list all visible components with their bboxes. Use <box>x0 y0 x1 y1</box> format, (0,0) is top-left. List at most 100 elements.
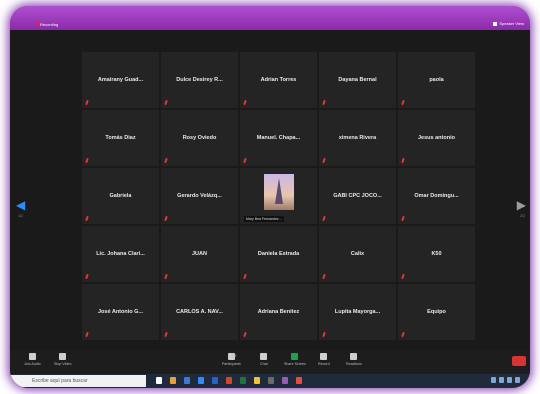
participant-name: Lic. Johana Clari... <box>96 251 145 257</box>
muted-mic-icon <box>401 215 405 222</box>
clock-icon[interactable] <box>515 377 520 383</box>
zoom-icon[interactable] <box>198 377 204 384</box>
edge-icon[interactable] <box>184 377 190 384</box>
muted-mic-icon <box>322 273 326 280</box>
file-explorer-icon[interactable] <box>170 377 176 384</box>
participant-tile[interactable]: Rosy Oviedo <box>161 110 238 166</box>
participant-tile[interactable]: Equipo <box>398 284 475 340</box>
participant-name: Gerardo Velázq... <box>177 193 222 199</box>
participant-grid: Amairany Guad... Dulce Desirey R... Adrian… <box>82 52 475 340</box>
participant-name: Equipo <box>427 309 446 315</box>
powerpoint-icon[interactable] <box>226 377 232 384</box>
participant-name: José Antonio G... <box>97 309 144 315</box>
participant-tile[interactable]: Adrian Torres <box>240 52 317 108</box>
video-camera-icon <box>59 353 67 360</box>
speaker-view-label: Speaker View <box>499 21 524 26</box>
chrome-icon[interactable] <box>254 377 260 384</box>
participant-tile[interactable]: José Antonio G... <box>82 284 159 340</box>
participant-name: Daniela Estrada <box>257 251 300 257</box>
stop-video-button[interactable]: Stop Video <box>54 353 72 366</box>
media-icon[interactable] <box>296 377 302 384</box>
system-tray <box>491 377 520 383</box>
gallery-stage: ◀ 1/2 ▶ 2/2 Amairany Guad... Dulce Desire… <box>10 30 530 350</box>
reactions-button[interactable]: Reactions <box>346 353 362 366</box>
participant-name: Omar Domingu... <box>414 193 459 199</box>
prev-page-arrow-icon[interactable]: ◀ <box>16 198 25 212</box>
eiffel-tower-photo <box>263 174 294 210</box>
battery-icon[interactable] <box>507 377 512 383</box>
zoom-window: Recording Speaker View ◀ 1/2 ▶ 2/2 Amair… <box>10 6 530 388</box>
participant-tile[interactable]: Daniela Estrada <box>240 226 317 282</box>
participant-tile[interactable]: paola <box>398 52 475 108</box>
end-meeting-button[interactable] <box>512 356 526 366</box>
task-view-icon[interactable] <box>156 377 162 384</box>
participant-name: CARLOS A. NAV... <box>176 309 223 315</box>
participant-tile[interactable]: Adriana Benitez <box>240 284 317 340</box>
join-audio-label: Join Audio <box>24 362 41 366</box>
muted-mic-icon <box>85 99 89 106</box>
participant-tile[interactable]: ximena Rivera <box>319 110 396 166</box>
participant-tile[interactable]: Gabriela <box>82 168 159 224</box>
participant-tile[interactable]: Mary Bea Fernandez... <box>240 168 317 224</box>
participant-tile[interactable]: Jesus antonio <box>398 110 475 166</box>
chat-button[interactable]: Chat <box>260 353 268 366</box>
participant-tile[interactable]: Gerardo Velázq... <box>161 168 238 224</box>
participant-name: Amairany Guad... <box>97 77 144 83</box>
word-icon[interactable] <box>212 377 218 384</box>
reactions-label: Reactions <box>346 362 362 366</box>
participant-name: Gabriela <box>109 193 132 199</box>
participant-name: Rosy Oviedo <box>182 135 217 141</box>
excel-icon[interactable] <box>240 377 246 384</box>
participant-tile[interactable]: Dulce Desirey R... <box>161 52 238 108</box>
participant-tile[interactable]: Tomás Diaz <box>82 110 159 166</box>
settings-icon[interactable] <box>268 377 274 384</box>
participant-tile[interactable]: K50 <box>398 226 475 282</box>
muted-mic-icon <box>85 215 89 222</box>
app-icon[interactable] <box>282 377 288 384</box>
participant-tile[interactable]: JUAN <box>161 226 238 282</box>
view-icon <box>493 21 498 26</box>
participant-tile[interactable]: Dayana Bernal <box>319 52 396 108</box>
next-page-arrow-icon[interactable]: ▶ <box>517 198 526 212</box>
participant-name: Dayana Bernal <box>338 77 377 83</box>
muted-mic-icon <box>322 99 326 106</box>
muted-mic-icon <box>243 99 247 106</box>
wifi-icon[interactable] <box>491 377 496 383</box>
participants-button[interactable]: 25 Participants <box>222 353 241 366</box>
participant-tile[interactable]: CARLOS A. NAV... <box>161 284 238 340</box>
participant-name: GABI CPC JOCO... <box>333 193 382 199</box>
taskbar-search-box[interactable]: Escribe aquí para buscar <box>10 375 146 387</box>
participant-tile[interactable]: Calix <box>319 226 396 282</box>
participant-name: Lupita Mayorga... <box>334 309 381 315</box>
speaker-view-button[interactable]: Speaker View <box>493 21 524 26</box>
participant-name: paola <box>429 77 444 83</box>
participant-tile[interactable]: Omar Domingu... <box>398 168 475 224</box>
muted-mic-icon <box>164 273 168 280</box>
participant-tile[interactable]: Lupita Mayorga... <box>319 284 396 340</box>
share-screen-label: Share Screen <box>284 362 306 366</box>
smiley-icon <box>350 353 358 360</box>
muted-mic-icon <box>322 215 326 222</box>
muted-mic-icon <box>401 157 405 164</box>
share-screen-button[interactable]: Share Screen <box>284 353 306 366</box>
prev-page-label: 1/2 <box>18 214 23 218</box>
record-button[interactable]: Record <box>318 353 330 366</box>
participants-count: 25 <box>232 353 237 358</box>
muted-mic-icon <box>322 331 326 338</box>
tower-shape <box>274 178 283 204</box>
record-label: Record <box>318 362 330 366</box>
stop-video-label: Stop Video <box>54 362 72 366</box>
participant-tile[interactable]: Lic. Johana Clari... <box>82 226 159 282</box>
muted-mic-icon <box>85 331 89 338</box>
participant-name: JUAN <box>192 251 207 257</box>
participant-tile[interactable]: Manuel. Chapa... <box>240 110 317 166</box>
muted-mic-icon <box>85 157 89 164</box>
join-audio-button[interactable]: Join Audio <box>24 353 41 366</box>
participant-tile[interactable]: Amairany Guad... <box>82 52 159 108</box>
muted-mic-icon <box>401 273 405 280</box>
volume-icon[interactable] <box>499 377 504 383</box>
share-screen-icon <box>291 353 299 360</box>
participant-tile[interactable]: GABI CPC JOCO... <box>319 168 396 224</box>
record-icon <box>320 353 328 360</box>
muted-mic-icon <box>164 157 168 164</box>
